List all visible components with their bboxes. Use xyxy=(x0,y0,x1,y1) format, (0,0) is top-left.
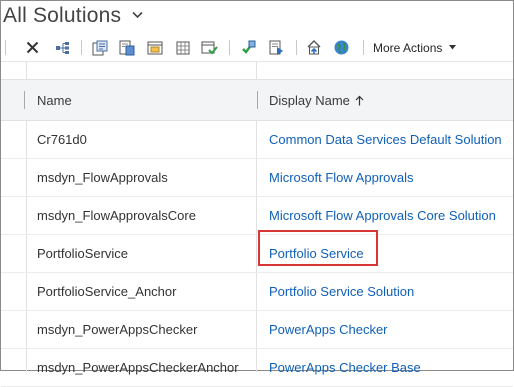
clone-patch-icon[interactable] xyxy=(267,38,286,57)
solution-display-name-link[interactable]: PowerApps Checker xyxy=(269,311,388,348)
table-row[interactable]: PortfolioService_Anchor Portfolio Servic… xyxy=(1,273,513,311)
apply-upgrade-icon[interactable] xyxy=(200,38,219,57)
table-row[interactable]: msdyn_FlowApprovals Microsoft Flow Appro… xyxy=(1,159,513,197)
column-resize-handle[interactable] xyxy=(24,91,25,109)
refresh-icon[interactable] xyxy=(238,38,257,57)
solution-display-name-link[interactable]: Microsoft Flow Approvals Core Solution xyxy=(269,197,496,234)
web-resource-icon[interactable] xyxy=(332,38,351,57)
column-header-name[interactable]: Name xyxy=(37,80,72,120)
solution-display-name-link[interactable]: PowerApps Checker Base xyxy=(269,349,421,386)
column-header-display-name[interactable]: Display Name xyxy=(269,80,364,120)
solution-name: msdyn_FlowApprovalsCore xyxy=(37,208,196,223)
table-row[interactable]: PortfolioService Portfolio Service xyxy=(1,235,513,273)
solution-name: msdyn_FlowApprovals xyxy=(37,170,168,185)
toolbar-separator xyxy=(229,40,230,55)
sort-ascending-icon xyxy=(355,95,364,105)
solutions-grid: Name Display Name Cr761d0 Common Data Se… xyxy=(1,79,513,387)
solution-name: PortfolioService_Anchor xyxy=(37,284,177,299)
solution-display-name-link[interactable]: Microsoft Flow Approvals xyxy=(269,159,414,196)
toolbar-separator xyxy=(296,40,297,55)
delete-icon[interactable] xyxy=(23,38,42,57)
import-icon[interactable] xyxy=(117,38,136,57)
column-resize-handle[interactable] xyxy=(257,91,258,109)
caret-down-icon xyxy=(449,45,457,50)
solution-display-name-link[interactable]: Common Data Services Default Solution xyxy=(269,121,502,158)
solution-name: msdyn_PowerAppsCheckerAnchor xyxy=(37,360,239,375)
toolbar-separator xyxy=(81,40,82,55)
more-actions-label: More Actions xyxy=(373,40,443,55)
column-header-display-name-label: Display Name xyxy=(269,92,350,108)
toolbar-separator xyxy=(363,40,364,55)
page-title: All Solutions xyxy=(3,4,122,27)
column-header-name-label: Name xyxy=(37,92,72,108)
solution-name: msdyn_PowerAppsChecker xyxy=(37,322,198,337)
table-row[interactable]: msdyn_FlowApprovalsCore Microsoft Flow A… xyxy=(1,197,513,235)
highlight-annotation-box xyxy=(258,230,378,266)
title-bar: All Solutions xyxy=(1,1,513,35)
dependencies-icon[interactable] xyxy=(53,38,72,57)
export-icon[interactable] xyxy=(145,38,164,57)
publish-customizations-icon[interactable] xyxy=(90,38,109,57)
solution-name: PortfolioService xyxy=(37,246,129,261)
command-bar: More Actions xyxy=(1,35,513,61)
toolbar-divider xyxy=(1,61,513,62)
solution-checker-icon[interactable] xyxy=(305,38,324,57)
table-row[interactable]: Cr761d0 Common Data Services Default Sol… xyxy=(1,121,513,159)
table-row[interactable]: msdyn_PowerAppsChecker PowerApps Checker xyxy=(1,311,513,349)
toolbar-separator xyxy=(5,40,6,55)
chevron-down-icon[interactable] xyxy=(132,11,143,19)
solution-display-name-link[interactable]: Portfolio Service Solution xyxy=(269,273,414,310)
solution-name: Cr761d0 xyxy=(37,132,87,147)
more-actions-button[interactable]: More Actions xyxy=(373,38,457,57)
clone-icon[interactable] xyxy=(173,38,192,57)
table-row[interactable]: msdyn_PowerAppsCheckerAnchor PowerApps C… xyxy=(1,349,513,387)
grid-header: Name Display Name xyxy=(1,79,513,121)
